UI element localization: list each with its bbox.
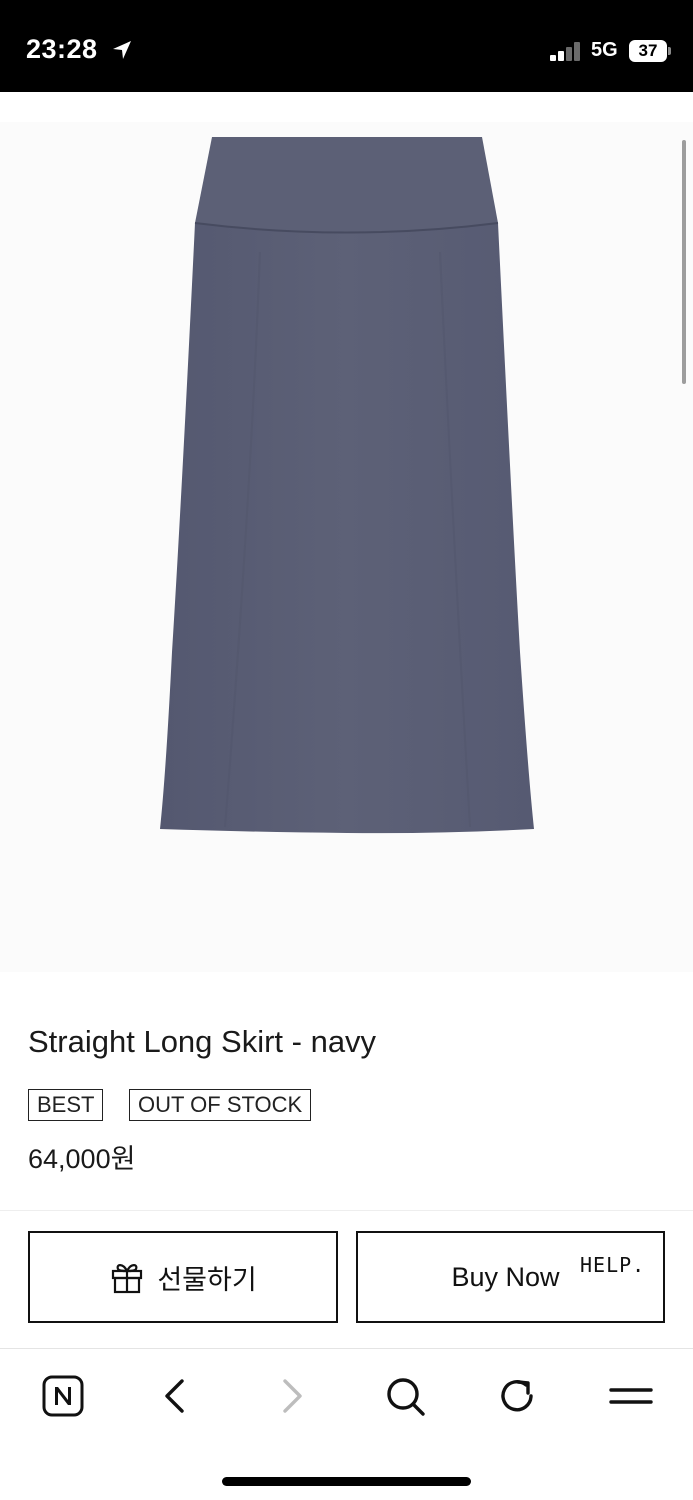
status-time: 23:28	[26, 34, 98, 64]
forward-button[interactable]	[266, 1371, 316, 1421]
location-arrow-icon	[113, 41, 131, 59]
gift-icon	[112, 1264, 143, 1294]
home-indicator[interactable]	[222, 1477, 471, 1486]
back-button[interactable]	[150, 1371, 200, 1421]
product-title: Straight Long Skirt - navy	[28, 1024, 377, 1059]
action-bar: 선물하기 Buy Now HELP.	[0, 1210, 693, 1348]
reload-icon	[501, 1380, 533, 1412]
battery-icon: 37	[629, 40, 667, 62]
naver-home-button[interactable]	[38, 1371, 88, 1421]
search-button[interactable]	[380, 1371, 430, 1421]
badge-best: BEST	[28, 1089, 104, 1121]
badge-out-of-stock: OUT OF STOCK	[129, 1089, 312, 1121]
reload-button[interactable]	[492, 1371, 542, 1421]
scroll-indicator[interactable]	[682, 140, 686, 384]
product-image[interactable]	[0, 92, 693, 1002]
gift-button[interactable]: 선물하기	[28, 1231, 338, 1323]
buy-now-button[interactable]: Buy Now	[356, 1231, 665, 1323]
browser-toolbar	[0, 1348, 693, 1500]
help-link[interactable]: HELP.	[580, 1253, 645, 1277]
chevron-right-icon	[283, 1379, 302, 1413]
status-bar: 23:28 5G 37	[0, 0, 693, 92]
naver-n-icon	[42, 1375, 84, 1417]
network-type: 5G	[591, 39, 618, 61]
buy-now-label: Buy Now	[451, 1261, 560, 1292]
battery-tip	[668, 47, 671, 55]
signal-strength-icon	[550, 41, 582, 61]
menu-button[interactable]	[606, 1371, 656, 1421]
skirt-illustration	[160, 137, 534, 834]
search-icon	[387, 1378, 425, 1416]
gift-button-label: 선물하기	[157, 1264, 257, 1295]
chevron-left-icon	[165, 1379, 184, 1413]
product-price: 64,000원	[28, 1144, 136, 1174]
menu-icon	[609, 1388, 653, 1404]
